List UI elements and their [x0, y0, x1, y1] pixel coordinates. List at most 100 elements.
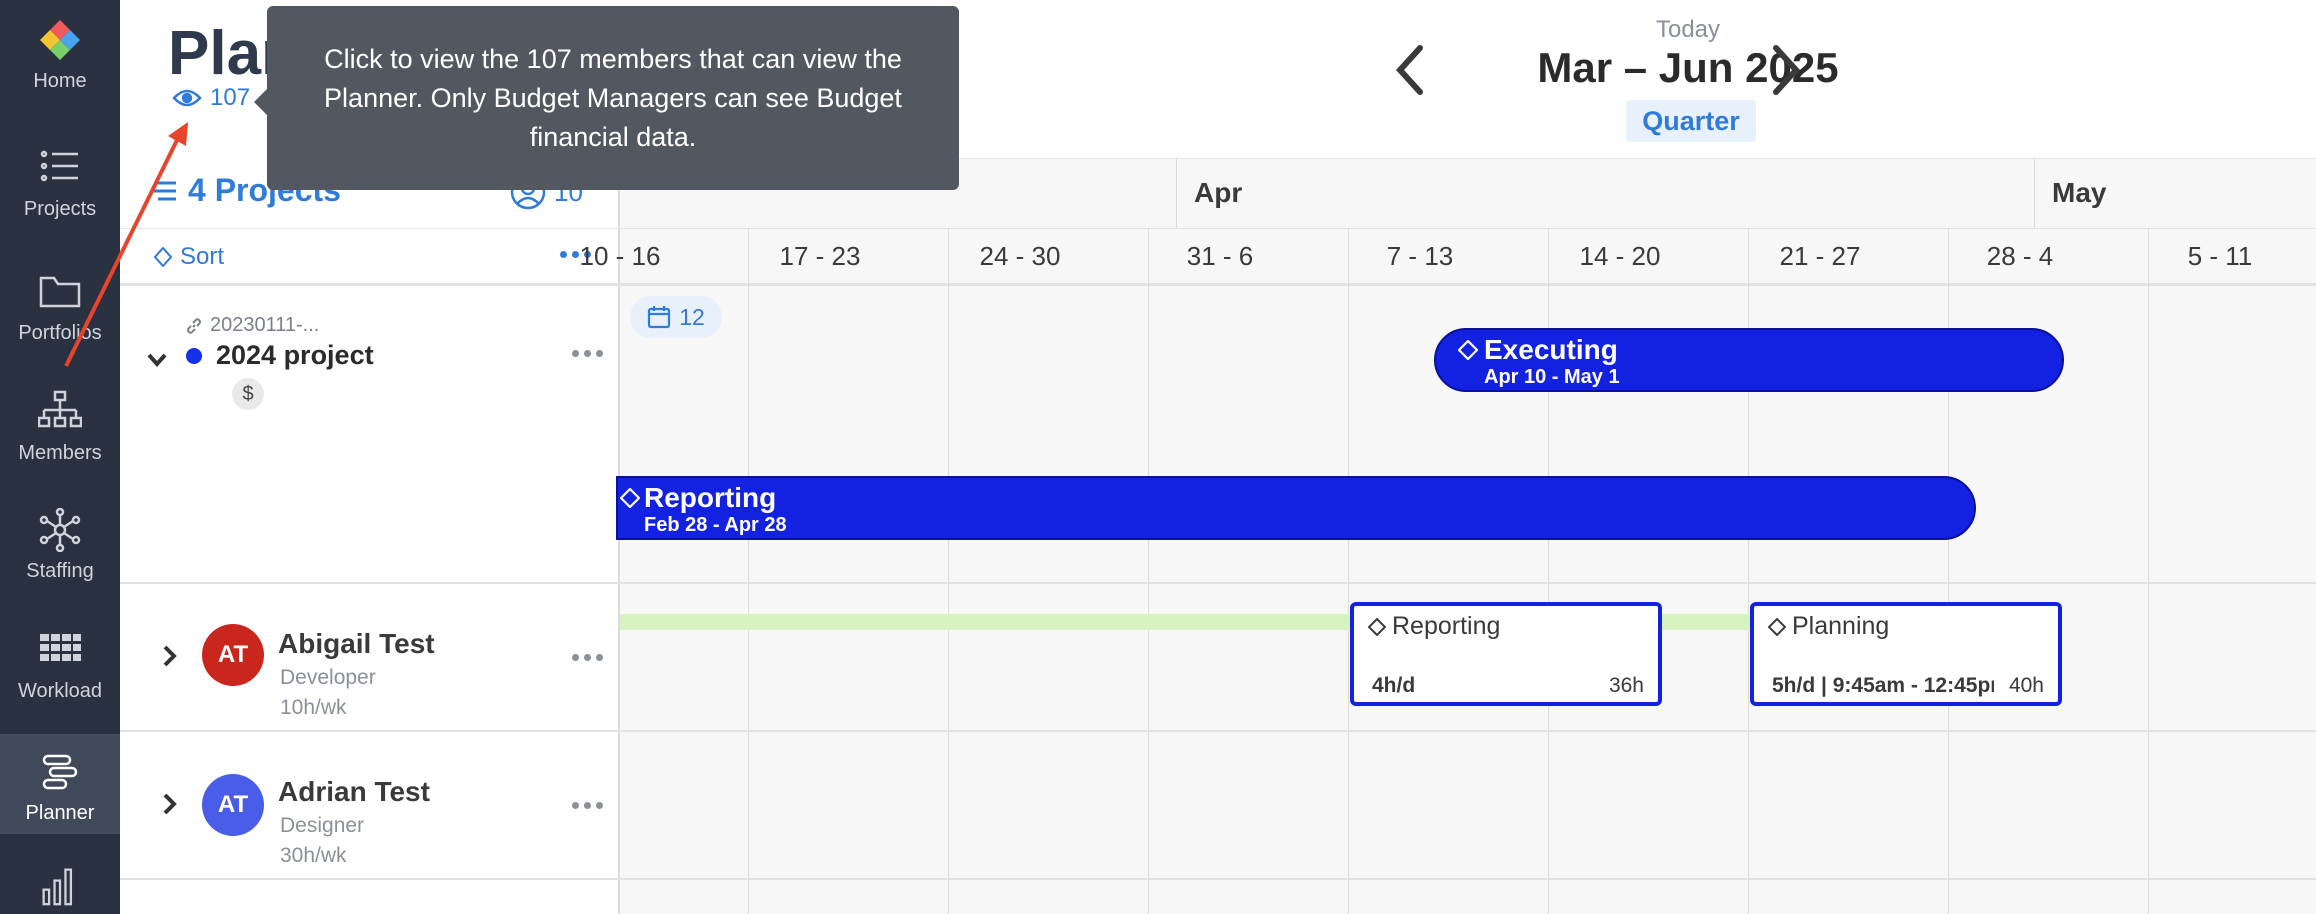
grid-line [948, 228, 949, 914]
planner-icon [42, 754, 78, 790]
milestone-count-chip[interactable]: 12 [630, 296, 722, 338]
viewers-count: 107 [210, 84, 251, 111]
phase-dates: Feb 28 - Apr 28 [644, 514, 787, 536]
week-label: 28 - 4 [1986, 241, 2054, 271]
grid-line [2148, 228, 2149, 914]
nav-workload[interactable]: Workload [0, 628, 120, 738]
member-capacity: 30h/wk [280, 844, 347, 867]
project-name-text: 2024 project [216, 340, 374, 370]
project-id[interactable]: 20230111-... [186, 314, 319, 337]
next-range-button[interactable] [1756, 40, 1816, 100]
nav-members-label: Members [18, 442, 102, 464]
phase-bar-reporting[interactable]: Reporting Feb 28 - Apr 28 [616, 476, 1976, 540]
tooltip-tail [254, 88, 268, 116]
list-icon [40, 150, 78, 182]
member-role: Developer [280, 666, 376, 689]
work-plan-card[interactable]: Planning 5h/d | 9:45am - 12:45pm 40h [1750, 602, 2062, 706]
calendar-icon [648, 306, 671, 329]
grid-line [748, 228, 749, 914]
diamond-icon [1458, 340, 1478, 360]
work-plan-total: 40h [2008, 674, 2044, 697]
week-label: 31 - 6 [1186, 241, 1254, 271]
nav-reports[interactable] [0, 866, 120, 914]
row-divider [620, 582, 2316, 584]
member-role: Designer [280, 814, 365, 837]
eye-icon [172, 89, 202, 107]
nav-members[interactable]: Members [0, 390, 120, 500]
nav-portfolios[interactable]: Portfolios [0, 270, 120, 380]
month-label: Apr [1194, 177, 1243, 208]
nav-portfolios-label: Portfolios [18, 322, 102, 344]
diamond-sort-icon [154, 247, 172, 267]
diamond-icon [1768, 618, 1786, 636]
grid-line [1148, 228, 1149, 914]
folder-icon [39, 276, 81, 308]
member-capacity: 10h/wk [280, 696, 347, 719]
date-range-title: Mar – Jun 2025 [1537, 44, 1839, 91]
home-logo-icon [40, 20, 80, 60]
week-label: 14 - 20 [1579, 241, 1661, 271]
link-icon [187, 317, 201, 334]
member-row: AT Abigail Test Developer 10h/wk [120, 584, 620, 732]
viewers-button[interactable]: 107 [172, 84, 250, 112]
member-options-button[interactable] [572, 802, 603, 809]
member-row: AT Adrian Test Designer 30h/wk [120, 732, 620, 880]
diamond-icon [1368, 618, 1386, 636]
week-label: 24 - 30 [979, 241, 1061, 271]
diamond-icon [620, 488, 640, 508]
nav-staffing[interactable]: Staffing [0, 508, 120, 618]
avatar[interactable]: AT [202, 774, 264, 836]
sort-button[interactable]: Sort [154, 243, 224, 271]
nav-home[interactable]: Home [0, 18, 120, 128]
avatar[interactable]: AT [202, 624, 264, 686]
work-plan-title: Planning [1792, 612, 1890, 640]
row-divider [620, 878, 2316, 880]
work-plan-total: 36h [1608, 674, 1644, 697]
member-name[interactable]: Adrian Test [278, 776, 430, 808]
project-options-button[interactable] [572, 350, 603, 357]
week-label: 10 - 16 [579, 241, 661, 271]
nav-projects-label: Projects [23, 198, 97, 220]
milestone-count: 12 [679, 303, 705, 330]
phase-bar-executing[interactable]: Executing Apr 10 - May 1 [1434, 328, 2064, 392]
month-label: May [2052, 177, 2107, 208]
week-label: 17 - 23 [779, 241, 861, 271]
phase-name: Reporting [644, 482, 777, 513]
month-divider [1176, 159, 1177, 229]
project-id-text: 20230111-... [210, 314, 320, 336]
nav-home-label: Home [33, 70, 87, 92]
nav-projects[interactable]: Projects [0, 146, 120, 256]
work-plan-rate: 5h/d | 9:45am - 12:45pm [1772, 674, 1994, 697]
work-plan-card[interactable]: Reporting 4h/d 36h [1350, 602, 1662, 706]
row-divider [620, 730, 2316, 732]
network-icon [39, 508, 81, 552]
bar-chart-icon [42, 868, 73, 906]
budget-icon[interactable]: $ [232, 378, 264, 410]
month-divider [2034, 159, 2035, 229]
week-label: 7 - 13 [1386, 241, 1454, 271]
nav-workload-label: Workload [17, 680, 103, 702]
project-row: 20230111-... 2024 project $ [120, 286, 620, 584]
timeline-grid: Apr May 10 - 16 17 - 23 24 - 30 31 - 6 7… [580, 158, 2316, 914]
phase-dates: Apr 10 - May 1 [1484, 366, 1620, 388]
sort-label: Sort [180, 243, 225, 270]
member-name[interactable]: Abigail Test [278, 628, 435, 660]
nav-planner[interactable]: Planner [0, 734, 120, 834]
chevron-right-icon[interactable] [162, 644, 178, 668]
left-nav: Home Projects Portfolios Members Staffin… [0, 0, 120, 914]
chevron-left-icon [1395, 45, 1423, 95]
grid-line [1348, 228, 1349, 914]
view-mode-selector[interactable]: Quarter [1626, 100, 1756, 142]
chevron-right-icon[interactable] [162, 792, 178, 816]
week-label: 5 - 11 [2187, 241, 2253, 271]
chevron-right-icon [1773, 45, 1801, 95]
chevron-down-icon[interactable] [146, 352, 168, 368]
week-label: 21 - 27 [1779, 241, 1861, 271]
week-header: 10 - 16 17 - 23 24 - 30 31 - 6 7 - 13 14… [580, 228, 2316, 286]
project-name[interactable]: 2024 project [186, 340, 374, 371]
list-lines-icon [154, 181, 176, 200]
member-options-button[interactable] [572, 654, 603, 661]
phase-name: Executing [1484, 334, 1618, 365]
nav-planner-label: Planner [25, 802, 95, 824]
work-plan-rate: 4h/d [1372, 674, 1416, 697]
